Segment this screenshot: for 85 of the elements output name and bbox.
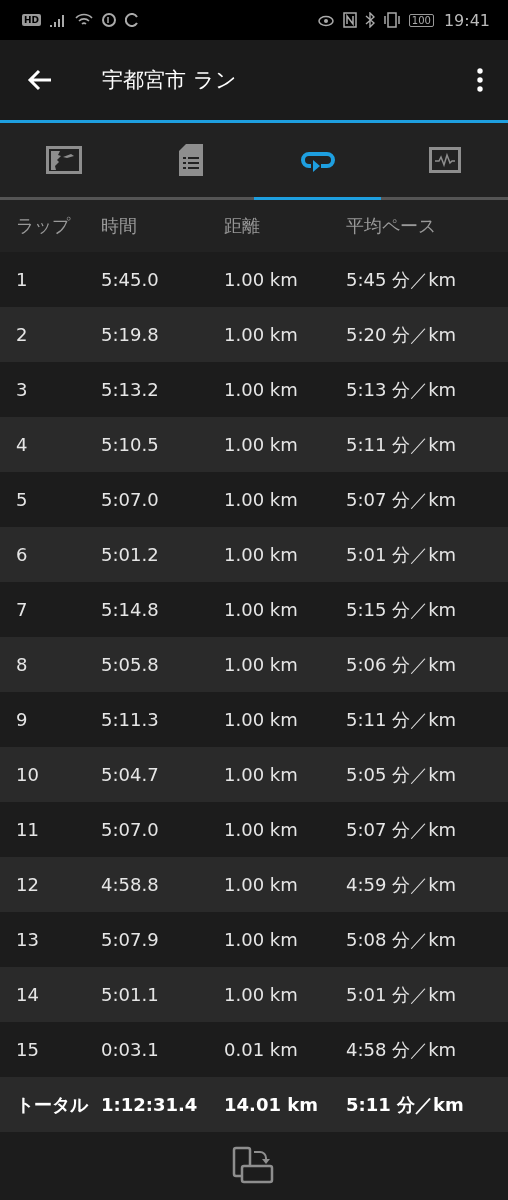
table-cell-text: 5:04.7 bbox=[101, 764, 160, 785]
table-cell-text: 1.00 km bbox=[224, 379, 299, 400]
table-cell-text: 1 bbox=[16, 269, 29, 290]
table-cell-text: 5:08 分／km bbox=[346, 927, 458, 952]
total-cell-text: 1:12:31.4 bbox=[101, 1094, 199, 1115]
table-cell-text: 1.00 km bbox=[224, 764, 299, 785]
table-cell-text: 1.00 km bbox=[224, 709, 299, 730]
table-cell-text: 1.00 km bbox=[224, 599, 299, 620]
table-cell-text: 1.00 km bbox=[224, 269, 299, 290]
table-cell-text: 1.00 km bbox=[224, 874, 299, 895]
table-cell-text: 5:15 分／km bbox=[346, 597, 458, 622]
table-cell-text: 11 bbox=[16, 819, 40, 840]
column-header: 距離 bbox=[224, 214, 261, 238]
table-cell-text: 5:13.2 bbox=[101, 379, 160, 400]
eye-icon bbox=[316, 13, 335, 27]
table-cell-text: 5:11 分／km bbox=[346, 707, 458, 732]
table-cell-text: 5 bbox=[16, 489, 29, 510]
table-cell-text: 5:11 分／km bbox=[346, 432, 458, 457]
column-header: 平均ペース bbox=[346, 214, 437, 238]
table-cell-text: 6 bbox=[16, 544, 29, 565]
table-cell-text: 14 bbox=[16, 984, 40, 1005]
table-cell-text: 5:01.1 bbox=[101, 984, 160, 1005]
table-cell-text: 5:01.2 bbox=[101, 544, 160, 565]
table-cell-text: 5:13 分／km bbox=[346, 377, 458, 402]
table-cell-text: 7 bbox=[16, 599, 29, 620]
table-cell-text: 5:19.8 bbox=[101, 324, 160, 345]
table-cell-text: 8 bbox=[16, 654, 29, 675]
table-cell-text: 1.00 km bbox=[224, 819, 299, 840]
data-saver-icon bbox=[101, 12, 117, 28]
table-cell-text: 1.00 km bbox=[224, 984, 299, 1005]
table-cell-text: 5:11.3 bbox=[101, 709, 160, 730]
table-cell-text: 0.01 km bbox=[224, 1039, 299, 1060]
table-cell-text: 5:07.0 bbox=[101, 819, 160, 840]
table-cell-text: 1.00 km bbox=[224, 654, 299, 675]
document-icon bbox=[178, 144, 203, 176]
table-cell-text: 5:05.8 bbox=[101, 654, 160, 675]
vibrate-icon bbox=[382, 12, 401, 28]
total-cell-text: トータル bbox=[16, 1092, 90, 1117]
table-cell-text: 5:14.8 bbox=[101, 599, 160, 620]
sync-icon bbox=[125, 13, 139, 27]
table-cell-text: 1.00 km bbox=[224, 544, 299, 565]
table-cell-text: 4 bbox=[16, 434, 29, 455]
table-cell-text: 5:05 分／km bbox=[346, 762, 458, 787]
nfc-icon bbox=[342, 12, 357, 28]
table-cell-text: 5:07.9 bbox=[101, 929, 160, 950]
total-cell-text: 5:11 分／km bbox=[346, 1092, 465, 1117]
map-icon bbox=[45, 146, 82, 174]
table-cell-text: 4:58 分／km bbox=[346, 1037, 458, 1062]
table-cell-text: 5:45 分／km bbox=[346, 267, 458, 292]
chart-icon bbox=[428, 147, 461, 173]
table-cell-text: 5:07.0 bbox=[101, 489, 160, 510]
battery-indicator: 100 bbox=[408, 13, 434, 27]
wifi-icon bbox=[75, 13, 93, 27]
table-cell-text: 13 bbox=[16, 929, 40, 950]
table-cell-text: 4:59 分／km bbox=[346, 872, 458, 897]
table-cell-text: 15 bbox=[16, 1039, 40, 1060]
table-cell-text: 5:10.5 bbox=[101, 434, 160, 455]
table-cell-text: 4:58.8 bbox=[101, 874, 160, 895]
status-time: 19:41 bbox=[443, 10, 490, 30]
table-cell-text: 5:20 分／km bbox=[346, 322, 458, 347]
bluetooth-icon bbox=[364, 12, 375, 28]
table-cell-text: 5:07 分／km bbox=[346, 817, 458, 842]
signal-icon bbox=[49, 13, 67, 27]
table-cell-text: 5:01 分／km bbox=[346, 542, 458, 567]
page-title: 宇都宮市 ラン bbox=[102, 67, 238, 94]
table-cell-text: 5:01 分／km bbox=[346, 982, 458, 1007]
table-cell-text: 12 bbox=[16, 874, 40, 895]
table-cell-text: 5:45.0 bbox=[101, 269, 160, 290]
back-icon[interactable] bbox=[27, 69, 53, 91]
more-menu-icon[interactable] bbox=[476, 68, 484, 92]
total-cell-text: 14.01 km bbox=[224, 1094, 319, 1115]
table-cell-text: 5:06 分／km bbox=[346, 652, 458, 677]
table-cell-text: 10 bbox=[16, 764, 40, 785]
table-cell-text: 9 bbox=[16, 709, 29, 730]
table-cell-text: 1.00 km bbox=[224, 489, 299, 510]
hd-badge: HD bbox=[22, 14, 41, 26]
table-cell-text: 1.00 km bbox=[224, 324, 299, 345]
table-cell-text: 3 bbox=[16, 379, 29, 400]
table-cell-text: 1.00 km bbox=[224, 929, 299, 950]
column-header: 時間 bbox=[101, 214, 138, 238]
table-cell-text: 0:03.1 bbox=[101, 1039, 160, 1060]
table-cell-text: 2 bbox=[16, 324, 29, 345]
table-cell-text: 1.00 km bbox=[224, 434, 299, 455]
table-cell-text: 5:07 分／km bbox=[346, 487, 458, 512]
column-header: ラップ bbox=[16, 214, 72, 238]
